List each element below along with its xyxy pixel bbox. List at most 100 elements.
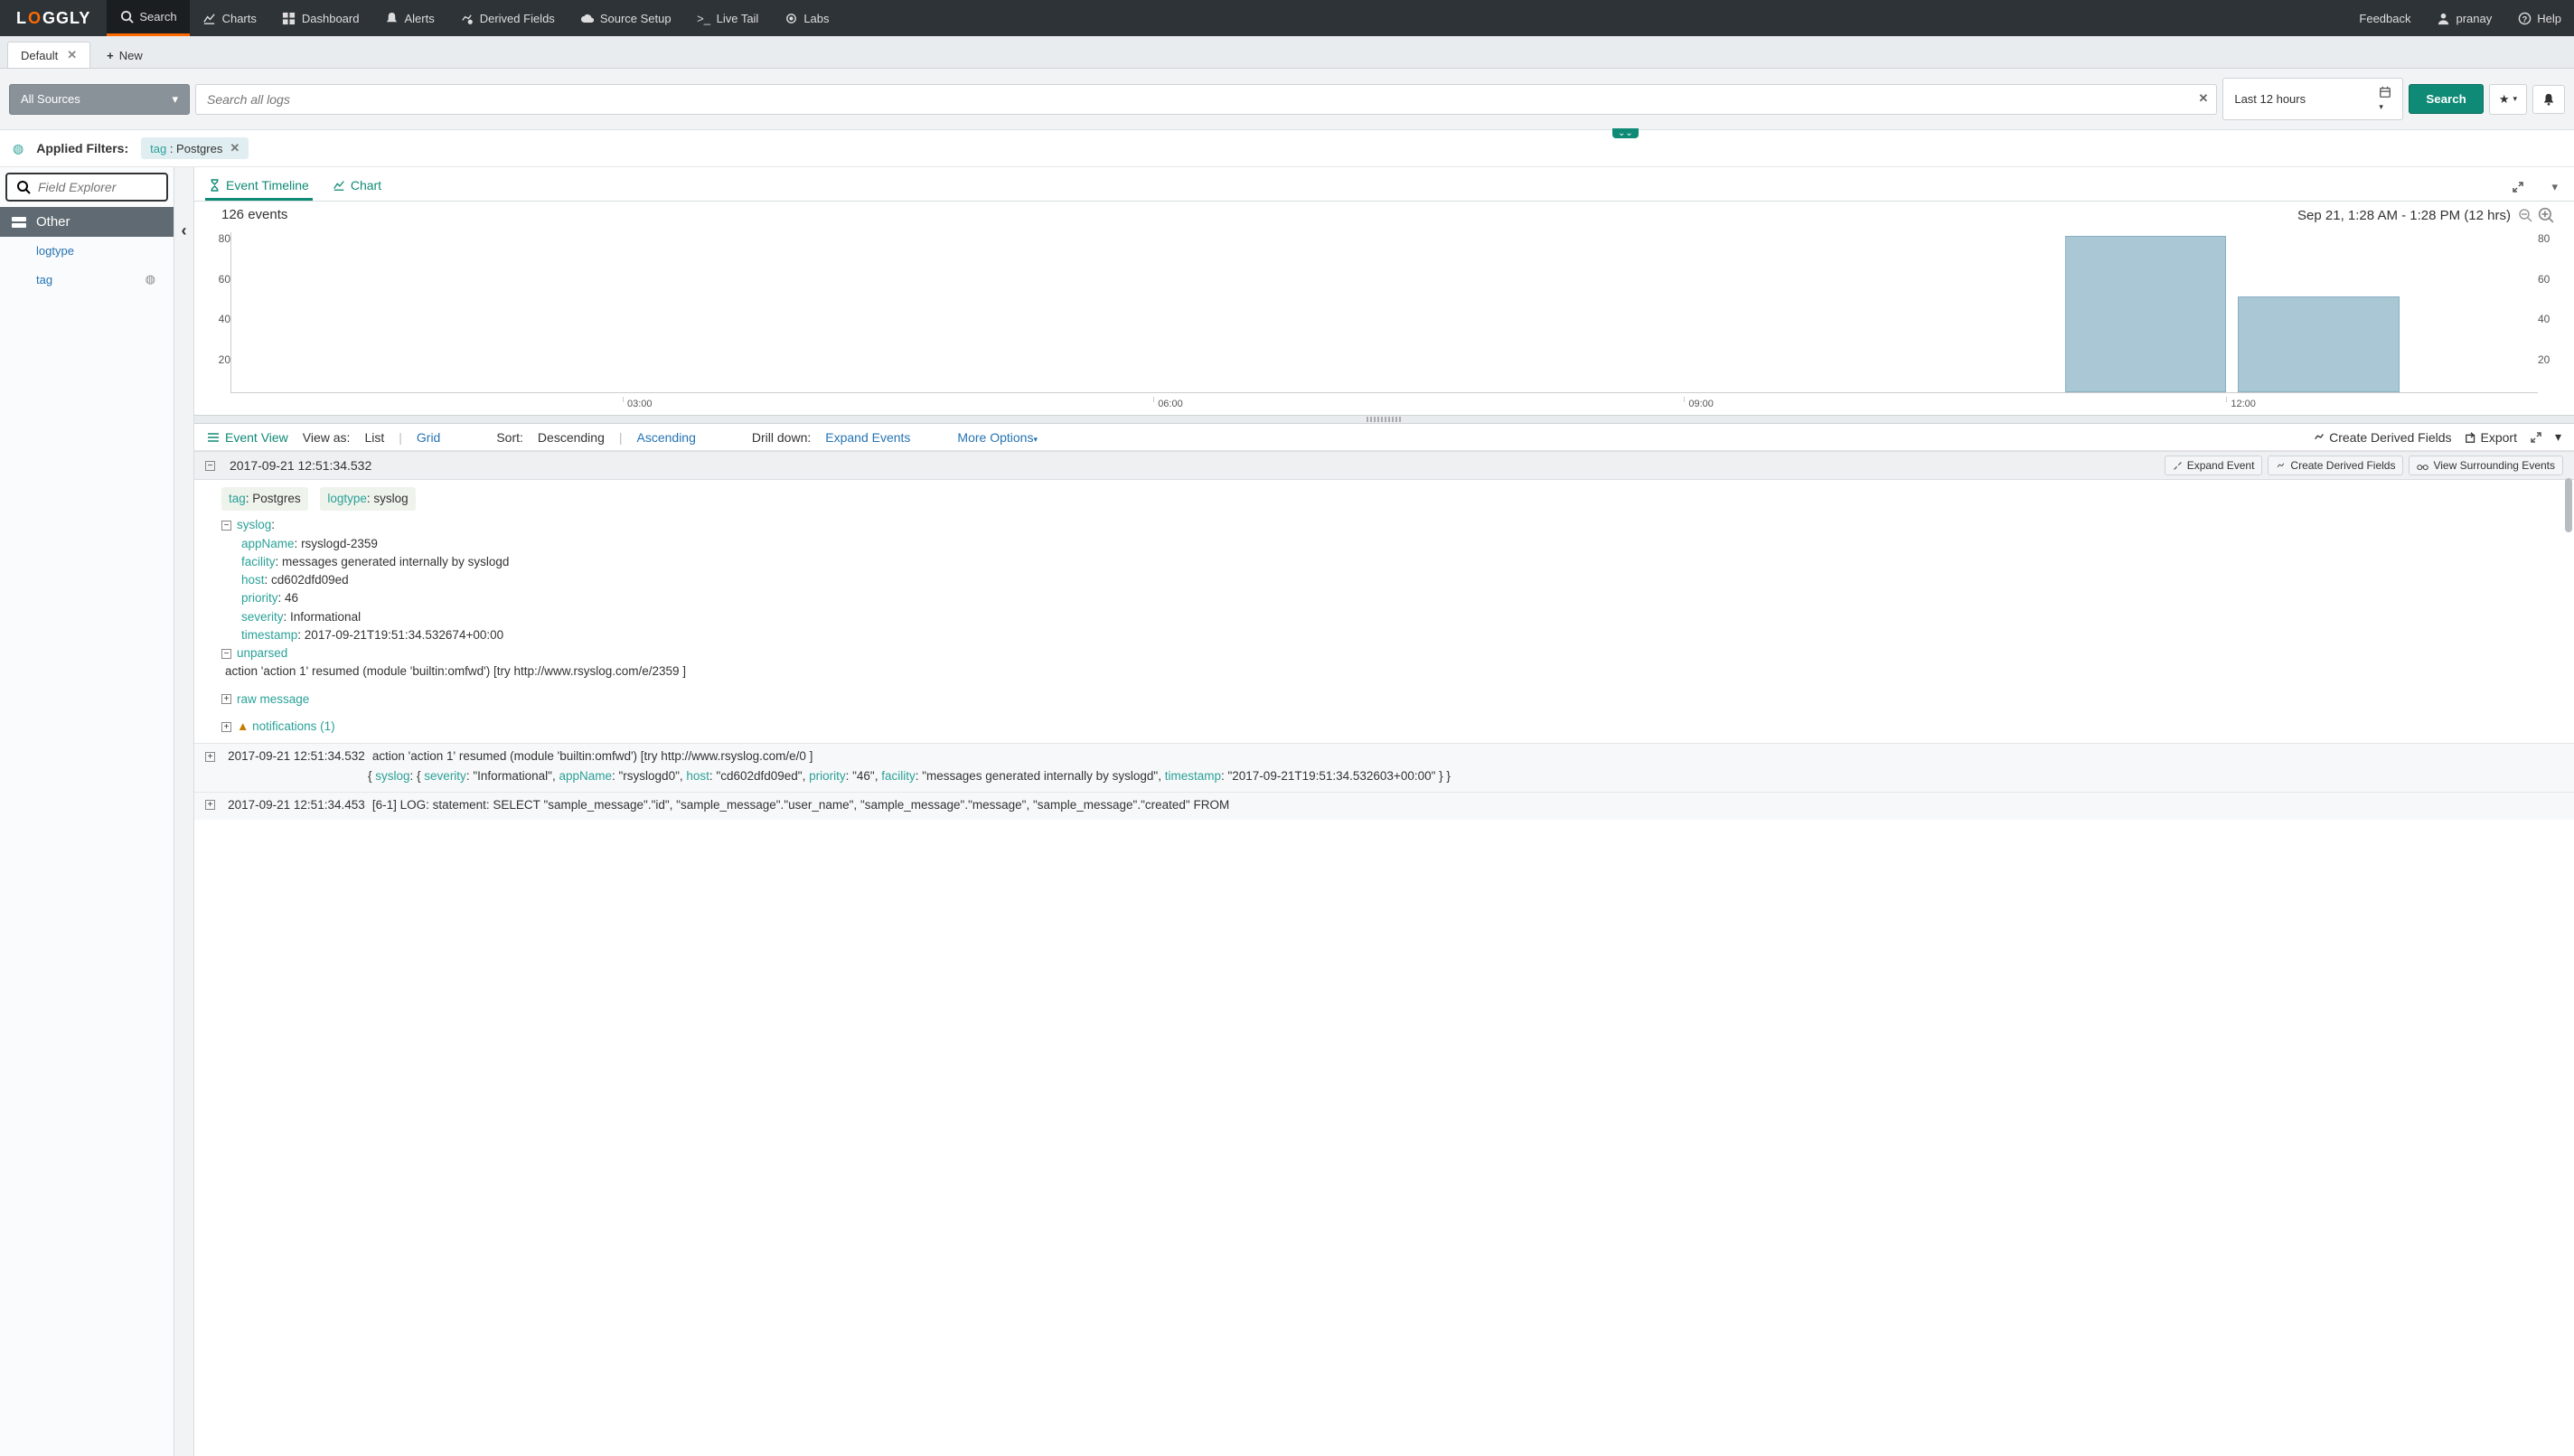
collapse-icon[interactable]: − <box>205 461 215 471</box>
expand-search-handle[interactable]: ⌄⌄ <box>1612 128 1639 138</box>
timeline-chart[interactable]: 80604020 80604020 03:00 06:00 09:00 12:0… <box>194 225 2574 415</box>
time-range-display: Sep 21, 1:28 AM - 1:28 PM (12 hrs) <box>2297 208 2511 223</box>
clear-search-icon[interactable]: ✕ <box>2198 91 2208 106</box>
binoculars-icon <box>2417 461 2428 471</box>
notifications-button[interactable] <box>2532 85 2565 114</box>
source-select[interactable]: All Sources ▾ <box>9 84 190 115</box>
sidebar-item-label: tag <box>36 273 52 287</box>
notifications-link[interactable]: notifications (1) <box>252 719 335 733</box>
splitter-handle[interactable] <box>194 415 2574 424</box>
tab-chart[interactable]: Chart <box>329 173 385 201</box>
collapse-icon[interactable]: − <box>221 649 231 659</box>
sidebar-item-tag[interactable]: tag ◍ <box>0 265 174 294</box>
nav-derived-fields[interactable]: Derived Fields <box>447 0 568 36</box>
expand-icon[interactable]: + <box>221 722 231 732</box>
expand-timeline-button[interactable] <box>2506 177 2530 197</box>
tab-label: New <box>119 49 143 62</box>
chart-bar[interactable] <box>2065 236 2227 392</box>
nav-help[interactable]: ? Help <box>2504 0 2574 36</box>
filter-indicator-icon: ◍ <box>146 272 155 287</box>
chip-key: logtype <box>327 492 367 505</box>
nav-user[interactable]: pranay <box>2424 0 2505 36</box>
y-axis-right: 80604020 <box>2538 232 2570 393</box>
nav-alerts[interactable]: Alerts <box>371 0 446 36</box>
field-value: 2017-09-21T19:51:34.532674+00:00 <box>305 628 503 642</box>
sidebar-collapse-handle[interactable]: ‹ <box>174 167 194 1456</box>
favorite-button[interactable]: ★▾ <box>2489 84 2527 115</box>
toolbar-label: Event View <box>225 430 288 445</box>
hourglass-icon <box>209 179 221 192</box>
field-explorer-search[interactable] <box>5 173 168 202</box>
expand-events-pane[interactable] <box>2530 431 2542 444</box>
view-surrounding-button[interactable]: View Surrounding Events <box>2409 456 2563 475</box>
feedback-label: Feedback <box>2359 12 2410 25</box>
create-derived-fields-button[interactable]: Create Derived Fields <box>2313 430 2451 445</box>
main: Other logtype tag ◍ ‹ Event Timeline Cha… <box>0 167 2574 1456</box>
derived-icon <box>2276 461 2286 471</box>
scrollbar-thumb[interactable] <box>2565 478 2572 532</box>
view-grid-option[interactable]: Grid <box>417 430 440 445</box>
remove-filter-icon[interactable]: ✕ <box>230 141 240 155</box>
chart-bar[interactable] <box>2238 296 2400 392</box>
event-toolbar: Event View View as: List | Grid Sort: De… <box>194 424 2574 451</box>
collapse-icon[interactable]: − <box>221 521 231 531</box>
expand-icon[interactable]: + <box>221 694 231 704</box>
sidebar-header-other[interactable]: Other <box>0 207 174 237</box>
field-explorer-input[interactable] <box>38 180 157 194</box>
expand-events-button[interactable]: Expand Events <box>825 430 910 445</box>
expand-event-button[interactable]: Expand Event <box>2165 456 2263 475</box>
search-button[interactable]: Search <box>2409 84 2483 114</box>
action-label: Expand Event <box>2187 459 2255 472</box>
create-derived-fields-button[interactable]: Create Derived Fields <box>2268 456 2403 475</box>
nav-live-tail[interactable]: >_ Live Tail <box>684 0 772 36</box>
nav-charts[interactable]: Charts <box>190 0 269 36</box>
section-label[interactable]: syslog <box>237 518 271 531</box>
nav-dashboard[interactable]: Dashboard <box>269 0 372 36</box>
export-icon <box>2465 431 2477 444</box>
expand-icon[interactable]: + <box>205 800 215 810</box>
sidebar-item-logtype[interactable]: logtype <box>0 237 174 265</box>
event-row-header[interactable]: − 2017-09-21 12:51:34.532 Expand Event C… <box>194 451 2574 480</box>
sort-ascending[interactable]: Ascending <box>637 430 696 445</box>
timeline-menu-button[interactable]: ▾ <box>2546 176 2563 198</box>
time-range-select[interactable]: Last 12 hours ▾ <box>2222 78 2403 120</box>
more-label: More Options <box>957 430 1033 445</box>
nav-source-setup[interactable]: Source Setup <box>568 0 684 36</box>
chart-icon <box>202 11 217 25</box>
zoom-out-icon[interactable] <box>2518 208 2532 222</box>
help-icon: ? <box>2517 11 2532 25</box>
event-tag-chip[interactable]: logtype: syslog <box>320 487 415 511</box>
tab-label: Event Timeline <box>226 178 309 193</box>
tab-new[interactable]: + New <box>94 43 155 68</box>
chip-key: tag <box>150 142 166 155</box>
section-label[interactable]: unparsed <box>237 646 287 660</box>
event-row-collapsed[interactable]: + 2017-09-21 12:51:34.532 action 'action… <box>194 743 2574 792</box>
nav-feedback[interactable]: Feedback <box>2346 0 2423 36</box>
event-count: 126 events <box>221 207 287 223</box>
filter-toggle-icon[interactable]: ◍ <box>13 141 23 156</box>
nav-label: Live Tail <box>717 12 759 25</box>
more-options-button[interactable]: More Options▾ <box>957 430 1038 445</box>
event-view-button[interactable]: Event View <box>207 430 288 445</box>
content: Event Timeline Chart ▾ 126 events Sep 21… <box>194 167 2574 1456</box>
events-menu-button[interactable]: ▾ <box>2555 429 2561 445</box>
event-message: action 'action 1' resumed (module 'built… <box>372 749 813 763</box>
tab-default[interactable]: Default ✕ <box>7 42 90 68</box>
tab-event-timeline[interactable]: Event Timeline <box>205 173 313 201</box>
expand-icon[interactable]: + <box>205 752 215 762</box>
filter-chip[interactable]: tag : Postgres ✕ <box>141 137 249 159</box>
export-button[interactable]: Export <box>2465 430 2517 445</box>
view-list-option[interactable]: List <box>364 430 384 445</box>
derived-icon <box>2313 431 2325 444</box>
close-icon[interactable]: ✕ <box>67 48 77 62</box>
nav-search[interactable]: Search <box>107 0 189 36</box>
search-input[interactable] <box>195 84 2217 115</box>
sort-descending[interactable]: Descending <box>538 430 605 445</box>
event-row-collapsed[interactable]: + 2017-09-21 12:51:34.453 [6-1] LOG: sta… <box>194 792 2574 820</box>
nav-labs[interactable]: Labs <box>771 0 841 36</box>
source-label: All Sources <box>21 92 80 106</box>
section-label[interactable]: raw message <box>237 692 309 706</box>
event-message: [6-1] LOG: statement: SELECT "sample_mes… <box>372 798 1229 812</box>
zoom-in-icon[interactable] <box>2538 207 2554 223</box>
event-tag-chip[interactable]: tag: Postgres <box>221 487 308 511</box>
